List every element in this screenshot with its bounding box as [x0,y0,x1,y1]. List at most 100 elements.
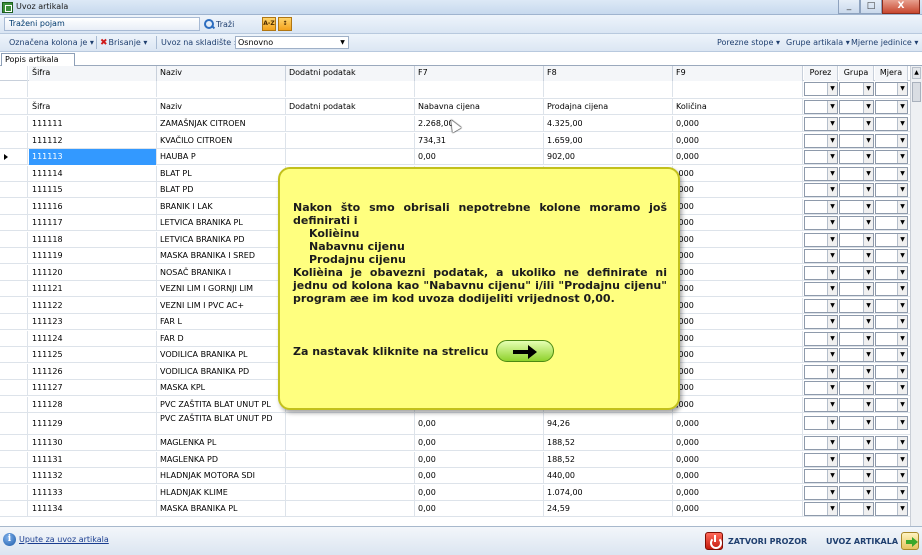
chevron-down-icon[interactable]: ▼ [897,332,907,345]
column-header[interactable]: F8 [544,66,673,81]
col-sifra[interactable]: 111132 [29,468,157,484]
search-input[interactable]: Traženi pojam [4,17,200,31]
table-row[interactable]: 111133 HLADNJAK KLIME 0,00 1.074,00 0,000 ▼ ▼ ▼ [0,484,910,501]
col-dodatni[interactable] [286,468,415,484]
col-f9[interactable]: ,000 [673,248,803,264]
col-naziv[interactable]: VODILICA BRANIKA PD [157,363,286,380]
scroll-thumb[interactable] [912,82,921,102]
units-menu[interactable]: Mjerne jedinice ▾ [851,38,918,47]
tax-combo[interactable]: ▼ [804,485,838,500]
unit-combo[interactable]: ▼ [875,232,908,247]
group-combo[interactable]: ▼ [839,298,874,313]
tax-combo[interactable]: ▼ [804,150,838,164]
chevron-down-icon[interactable]: ▼ [897,134,907,147]
unit-combo[interactable]: ▼ [875,265,908,280]
group-combo[interactable]: ▼ [839,397,874,412]
col-f9[interactable]: 0,000 [673,501,803,517]
filter-cell[interactable] [286,81,415,97]
chevron-down-icon[interactable]: ▼ [863,299,873,312]
col-dodatni[interactable] [286,501,415,517]
chevron-down-icon[interactable]: ▼ [863,283,873,295]
column-header[interactable]: Šifra [29,66,157,81]
col-f8[interactable]: 440,00 [544,468,673,484]
group-combo[interactable]: ▼ [839,364,874,379]
col-sifra[interactable]: 111118 [29,231,157,248]
group-combo[interactable]: ▼ [839,232,874,247]
tax-combo[interactable]: ▼ [804,82,838,96]
chevron-down-icon[interactable]: ▼ [863,266,873,279]
col-f9[interactable]: ,000 [673,297,803,314]
unit-combo[interactable]: ▼ [875,82,908,96]
chevron-down-icon[interactable]: ▼ [897,382,907,394]
group-combo[interactable]: ▼ [839,82,874,96]
chevron-down-icon[interactable]: ▼ [863,134,873,147]
chevron-down-icon[interactable]: ▼ [897,316,907,328]
column-type-menu[interactable]: Označena kolona je ▾ [9,38,94,47]
group-combo[interactable]: ▼ [839,199,874,214]
chevron-down-icon[interactable]: ▼ [863,250,873,262]
chevron-down-icon[interactable]: ▼ [863,151,873,163]
chevron-down-icon[interactable]: ▼ [897,250,907,262]
tax-combo[interactable]: ▼ [804,282,838,296]
chevron-down-icon[interactable]: ▼ [827,503,837,515]
unit-combo[interactable]: ▼ [875,416,908,430]
chevron-down-icon[interactable]: ▼ [897,118,907,130]
tax-combo[interactable]: ▼ [804,133,838,148]
chevron-down-icon[interactable]: ▼ [863,453,873,466]
unit-combo[interactable]: ▼ [875,436,908,450]
chevron-down-icon[interactable]: ▼ [863,486,873,499]
unit-combo[interactable]: ▼ [875,282,908,296]
col-f8[interactable]: 4.325,00 [544,116,673,132]
col-f7[interactable]: 0,00 [415,413,544,435]
col-sifra[interactable]: 111113 [29,149,157,165]
col-sifra[interactable]: 111125 [29,347,157,363]
col-dodatni[interactable] [286,116,415,132]
chevron-down-icon[interactable]: ▼ [827,417,837,429]
col-f7[interactable]: 2.268,00 [415,116,544,132]
chevron-down-icon[interactable]: ▼ [863,503,873,515]
chevron-down-icon[interactable]: ▼ [827,151,837,163]
tax-combo[interactable]: ▼ [804,348,838,362]
chevron-down-icon[interactable]: ▼ [827,233,837,246]
group-combo[interactable]: ▼ [839,502,874,516]
mapping-cell[interactable]: Količina [673,99,803,115]
table-row[interactable]: 111112 KVAČILO CITROEN 734,31 1.659,00 0,000… [0,132,910,149]
unit-combo[interactable]: ▼ [875,249,908,263]
group-combo[interactable]: ▼ [839,150,874,164]
chevron-down-icon[interactable]: ▼ [827,250,837,262]
tax-combo[interactable]: ▼ [804,199,838,214]
chevron-down-icon[interactable]: ▼ [897,151,907,163]
col-f9[interactable]: ,000 [673,281,803,297]
chevron-down-icon[interactable]: ▼ [863,349,873,361]
group-combo[interactable]: ▼ [839,117,874,131]
col-naziv[interactable]: LETVICA BRANIKA PL [157,215,286,231]
chevron-down-icon[interactable]: ▼ [827,118,837,130]
chevron-down-icon[interactable]: ▼ [827,167,837,180]
col-sifra[interactable]: 111116 [29,198,157,215]
table-row[interactable]: 111113 HAUBA P 0,00 902,00 0,000 ▼ ▼ ▼ [0,149,910,165]
unit-combo[interactable]: ▼ [875,485,908,500]
unit-combo[interactable]: ▼ [875,199,908,214]
chevron-down-icon[interactable]: ▼ [827,200,837,213]
col-f9[interactable]: ,000 [673,215,803,231]
col-naziv[interactable]: BRANIK I LAK [157,198,286,215]
col-naziv[interactable]: MASKA BRANIKA PL [157,501,286,517]
chevron-down-icon[interactable]: ▼ [827,486,837,499]
chevron-down-icon[interactable]: ▼ [863,167,873,180]
group-combo[interactable]: ▼ [839,381,874,395]
chevron-down-icon[interactable]: ▼ [897,233,907,246]
col-sifra[interactable]: 111120 [29,264,157,281]
col-f7[interactable]: 0,00 [415,435,544,451]
filter-cell[interactable] [157,81,286,97]
chevron-down-icon[interactable]: ▼ [827,437,837,449]
group-combo[interactable]: ▼ [839,282,874,296]
warehouse-select[interactable]: Osnovno ▼ [235,36,349,49]
chevron-down-icon[interactable]: ▼ [863,365,873,378]
mapping-cell[interactable]: Naziv [157,99,286,115]
col-f9[interactable]: ,000 [673,380,803,396]
group-combo[interactable]: ▼ [839,315,874,329]
col-sifra[interactable]: 111133 [29,484,157,501]
col-f8[interactable]: 1.659,00 [544,132,673,149]
column-header[interactable]: Grupa [839,66,874,81]
col-sifra[interactable]: 111112 [29,132,157,149]
